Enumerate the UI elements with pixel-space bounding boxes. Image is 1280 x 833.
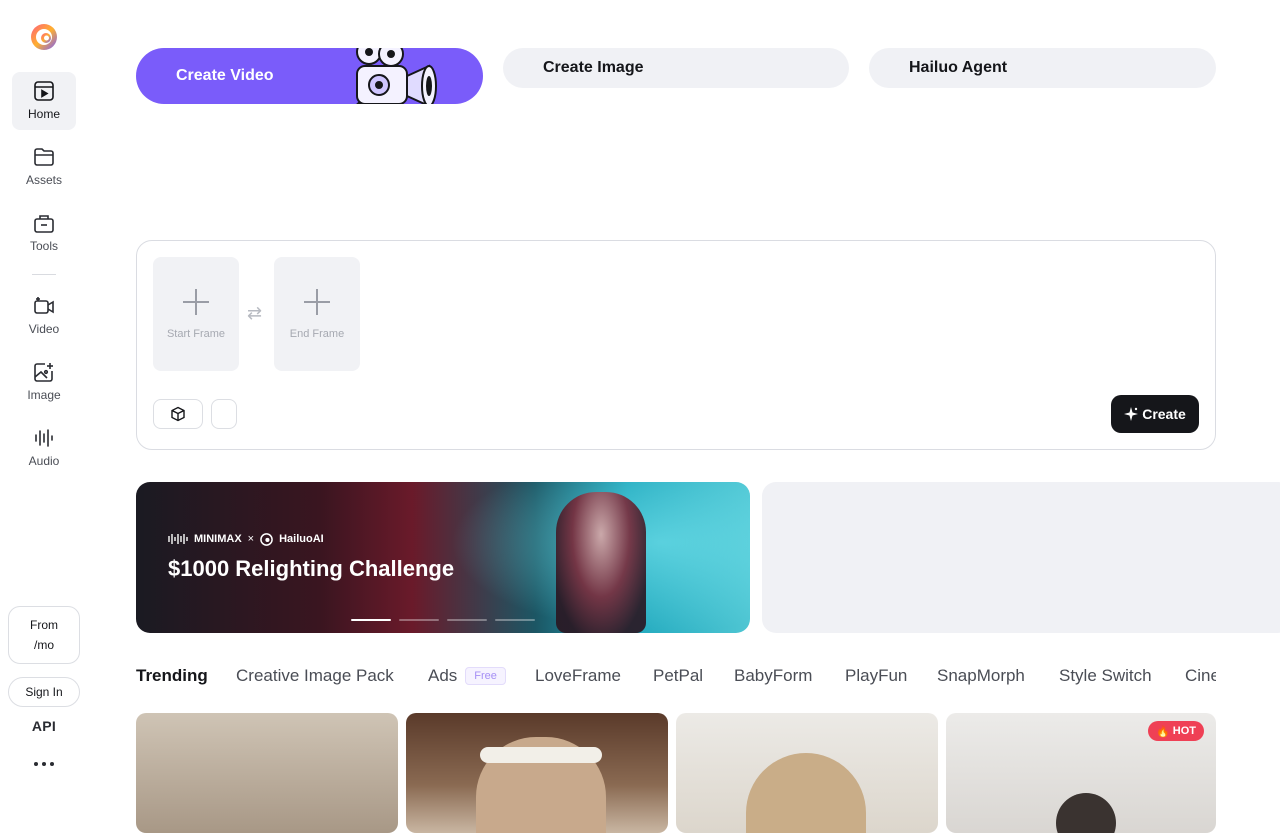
home-icon [34,81,54,101]
cube-icon [171,406,185,422]
audio-icon [35,429,53,447]
category-tab-style-switch[interactable]: Style Switch [1059,666,1152,686]
category-label: Ads [428,666,458,685]
template-card[interactable]: 🔥 HOT [946,713,1216,833]
banner-pagination [351,619,535,621]
minimax-logo-icon [168,534,188,544]
banner-brands: MINIMAX × HailuoAI [168,532,324,546]
sidebar-item-label: Tools [29,239,58,253]
sparkle-icon [1124,407,1139,421]
tab-label: Hailuo Agent [909,59,1008,76]
category-tab-cine[interactable]: Cine [1185,666,1216,686]
sign-in-button[interactable]: Sign In [8,677,80,707]
sidebar-item-label: Assets [25,173,62,187]
prompt-panel: Start Frame ⇄ End Frame Create [136,240,1216,450]
sidebar-item-label: Audio [28,454,60,468]
plus-icon [183,288,209,315]
category-tab-creative-image-pack[interactable]: Creative Image Pack [236,666,394,686]
sidebar-divider [32,274,56,275]
sidebar: Home Assets Tools Video Image Audio From… [0,0,88,800]
model-select-button[interactable] [153,399,203,429]
template-card[interactable] [676,713,938,833]
tab-hailuo-agent[interactable]: Hailuo Agent [869,48,1216,88]
pagination-dot[interactable] [399,619,439,621]
promo-banner[interactable]: MINIMAX × HailuoAI $1000 Relighting Chal… [136,482,750,633]
sidebar-item-tools[interactable]: Tools [12,204,76,262]
hailuo-logo-icon [260,532,273,546]
create-button[interactable]: Create [1111,395,1199,433]
sidebar-item-label: Home [27,107,60,121]
category-tab-playfun[interactable]: PlayFun [845,666,907,686]
sidebar-item-assets[interactable]: Assets [12,138,76,196]
video-icon [34,297,54,314]
hot-label: HOT [1172,725,1196,737]
end-frame-upload[interactable]: End Frame [274,257,360,371]
pricing-card[interactable]: From /mo [8,606,80,664]
more-icon[interactable] [34,756,54,772]
start-frame-label: Start Frame [166,327,226,340]
sidebar-item-label: Video [28,322,60,336]
tab-label: Create Video [176,67,274,84]
settings-pill[interactable] [211,399,237,429]
hot-badge: 🔥 HOT [1148,721,1204,741]
tab-create-image[interactable]: Create Image [503,48,849,88]
template-card[interactable] [136,713,398,833]
brand-hailuo: HailuoAI [279,533,324,545]
start-frame-upload[interactable]: Start Frame [153,257,239,371]
tab-create-video[interactable]: Create Video [136,48,483,104]
movie-camera-icon [356,48,437,104]
tab-label: Create Image [543,59,644,76]
card-subject [1056,793,1116,833]
swap-icon[interactable]: ⇄ [247,303,262,324]
banner-figure [556,492,646,633]
brand-separator: × [247,533,255,545]
api-link[interactable]: API [8,718,80,734]
card-headband [480,747,602,763]
template-card[interactable] [406,713,668,833]
category-tab-snapmorph[interactable]: SnapMorph [937,666,1025,686]
category-tab-ads[interactable]: Ads Free [428,666,506,686]
pagination-dot[interactable] [495,619,535,621]
sidebar-item-audio[interactable]: Audio [12,419,76,477]
pricing-per-month: /mo [33,638,54,652]
toolbox-icon [34,215,54,233]
hailuo-logo[interactable] [29,22,59,52]
sidebar-item-video[interactable]: Video [12,287,76,345]
free-badge: Free [465,667,506,685]
create-label: Create [1142,406,1186,422]
secondary-banner[interactable] [762,482,1280,633]
category-tabs: Trending Creative Image Pack Ads Free Lov… [136,666,1216,688]
pricing-from: From [30,618,58,632]
category-tab-trending[interactable]: Trending [136,666,208,686]
sidebar-item-label: Image [27,388,61,402]
fire-icon: 🔥 [1156,725,1170,738]
plus-icon [304,288,330,315]
sidebar-item-home[interactable]: Home [12,72,76,130]
end-frame-label: End Frame [289,327,345,340]
category-tab-loveframe[interactable]: LoveFrame [535,666,621,686]
pagination-dot[interactable] [447,619,487,621]
banner-headline: $1000 Relighting Challenge [168,556,455,581]
category-tab-petpal[interactable]: PetPal [653,666,703,686]
image-icon [34,363,53,382]
brand-minimax: MINIMAX [194,533,242,545]
folder-icon [34,148,54,166]
card-subject [746,753,866,833]
pagination-dot[interactable] [351,619,391,621]
category-tab-babyform[interactable]: BabyForm [734,666,812,686]
sidebar-item-image[interactable]: Image [12,353,76,411]
